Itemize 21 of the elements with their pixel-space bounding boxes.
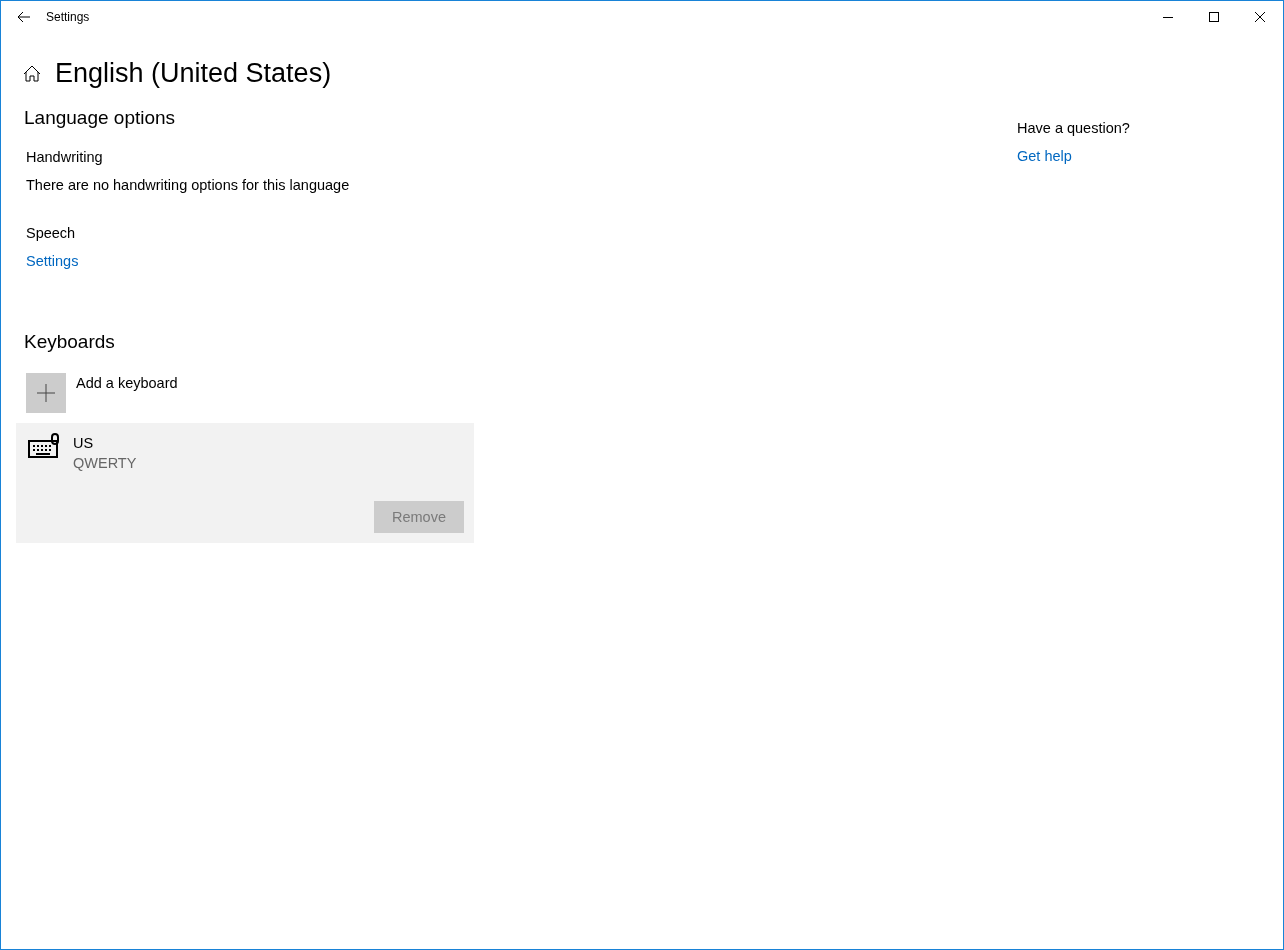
close-icon	[1255, 12, 1265, 22]
add-keyboard-label[interactable]: Add a keyboard	[76, 373, 178, 413]
get-help-link[interactable]: Get help	[1017, 146, 1072, 166]
keyboard-layout: QWERTY	[73, 454, 137, 473]
maximize-icon	[1209, 12, 1219, 22]
add-keyboard-button[interactable]	[26, 373, 66, 413]
plus-icon	[37, 384, 55, 402]
handwriting-text: There are no handwriting options for this language	[26, 176, 351, 195]
page-title: English (United States)	[55, 57, 332, 89]
window-title: Settings	[46, 10, 91, 24]
section-heading: Language options	[24, 107, 177, 129]
section-heading: Keyboards	[24, 331, 116, 353]
keyboard-icon	[28, 433, 60, 459]
help-question: Have a question?	[1017, 119, 1131, 138]
home-icon[interactable]	[23, 64, 41, 82]
handwriting-label: Handwriting	[26, 148, 104, 167]
speech-label: Speech	[26, 224, 77, 243]
back-arrow-icon	[17, 11, 31, 23]
keyboard-name: US	[73, 434, 95, 453]
speech-settings-link[interactable]: Settings	[26, 251, 79, 271]
minimize-icon	[1163, 16, 1173, 18]
